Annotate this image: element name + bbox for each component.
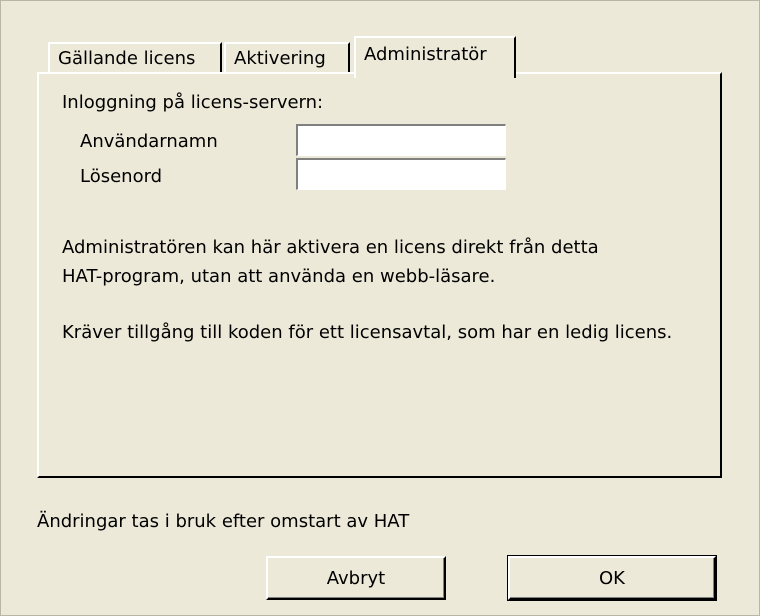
username-input[interactable]	[296, 124, 506, 156]
password-label: Lösenord	[80, 166, 163, 187]
description-line-3: Kräver tillgång till koden för ett licen…	[62, 322, 673, 343]
restart-note: Ändringar tas i bruk efter omstart av HA…	[37, 511, 410, 532]
login-heading: Inloggning på licens-servern:	[62, 92, 324, 113]
description-line-2: HAT-program, utan att använda en webb-lä…	[62, 266, 496, 287]
tab-current-license-label: Gällande licens	[58, 48, 196, 69]
tab-administrator[interactable]: Administratör	[354, 36, 516, 78]
tab-activation[interactable]: Aktivering	[224, 42, 350, 76]
tab-activation-label: Aktivering	[234, 48, 326, 69]
tab-current-license[interactable]: Gällande licens	[48, 42, 222, 76]
password-input[interactable]	[296, 158, 506, 190]
ok-button[interactable]: OK	[507, 555, 717, 601]
username-label: Användarnamn	[80, 131, 218, 152]
cancel-button[interactable]: Avbryt	[266, 556, 446, 600]
tab-administrator-label: Administratör	[364, 44, 487, 65]
description-line-1: Administratören kan här aktivera en lice…	[62, 237, 599, 258]
